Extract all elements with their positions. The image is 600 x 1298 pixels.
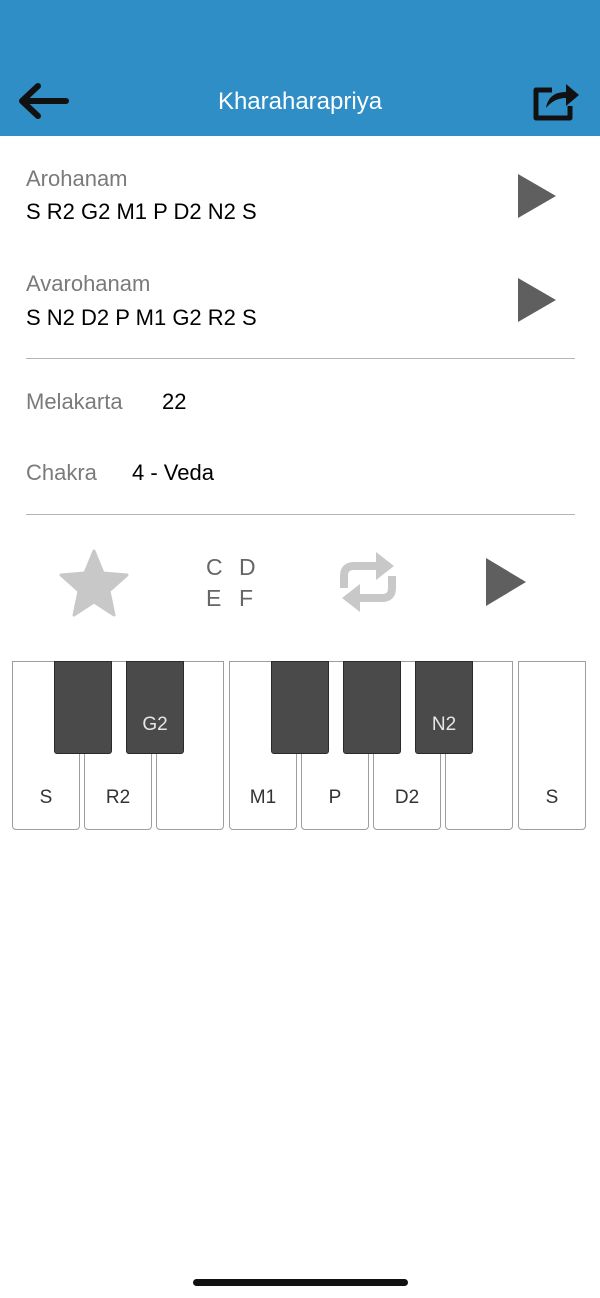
white-key[interactable]: S <box>518 661 586 830</box>
play-icon <box>518 278 556 322</box>
divider <box>26 358 575 359</box>
chakra-value: 4 - Veda <box>132 460 214 485</box>
key-label: S <box>39 787 53 808</box>
divider <box>26 514 575 515</box>
play-arohanam-button[interactable] <box>512 170 562 222</box>
key-label: N2 <box>431 714 457 735</box>
melakarta-label: Melakarta <box>26 389 123 414</box>
play-avarohanam-button[interactable] <box>512 274 562 326</box>
play-icon <box>486 558 526 606</box>
key-label: M1 <box>249 787 277 808</box>
share-button[interactable] <box>530 76 582 124</box>
avarohanam-label: Avarohanam <box>26 271 151 296</box>
black-key[interactable] <box>271 661 329 754</box>
key-label: D2 <box>394 787 420 808</box>
black-key[interactable]: G2 <box>126 661 184 754</box>
favorite-button[interactable] <box>58 548 130 618</box>
page-title: Kharaharapriya <box>217 88 383 115</box>
black-key[interactable] <box>343 661 401 754</box>
home-indicator[interactable] <box>193 1279 408 1286</box>
notes-grid-button[interactable]: C D E F <box>200 552 264 612</box>
note-label: C <box>206 554 223 580</box>
star-icon <box>59 549 129 617</box>
repeat-button[interactable] <box>332 548 404 616</box>
play-icon <box>518 174 556 218</box>
note-label: E <box>206 585 222 611</box>
key-label: S <box>545 787 559 808</box>
key-label: P <box>328 787 342 808</box>
note-label: F <box>239 585 254 611</box>
avarohanam-notes: S N2 D2 P M1 G2 R2 S <box>26 305 257 330</box>
black-key[interactable]: N2 <box>415 661 473 754</box>
note-label: D <box>239 554 256 580</box>
melakarta-value: 22 <box>162 389 187 414</box>
arohanam-label: Arohanam <box>26 166 128 191</box>
play-button[interactable] <box>480 554 530 610</box>
app-header: Kharaharapriya <box>0 0 600 136</box>
key-label: R2 <box>105 787 131 808</box>
repeat-icon <box>340 552 396 612</box>
black-key[interactable] <box>54 661 112 754</box>
arohanam-notes: S R2 G2 M1 P D2 N2 S <box>26 199 257 224</box>
piano-keyboard: S R2 M1 P D2 S G2 N2 <box>12 661 588 831</box>
key-label: G2 <box>142 714 168 735</box>
share-icon <box>533 84 579 121</box>
chakra-label: Chakra <box>26 460 97 485</box>
